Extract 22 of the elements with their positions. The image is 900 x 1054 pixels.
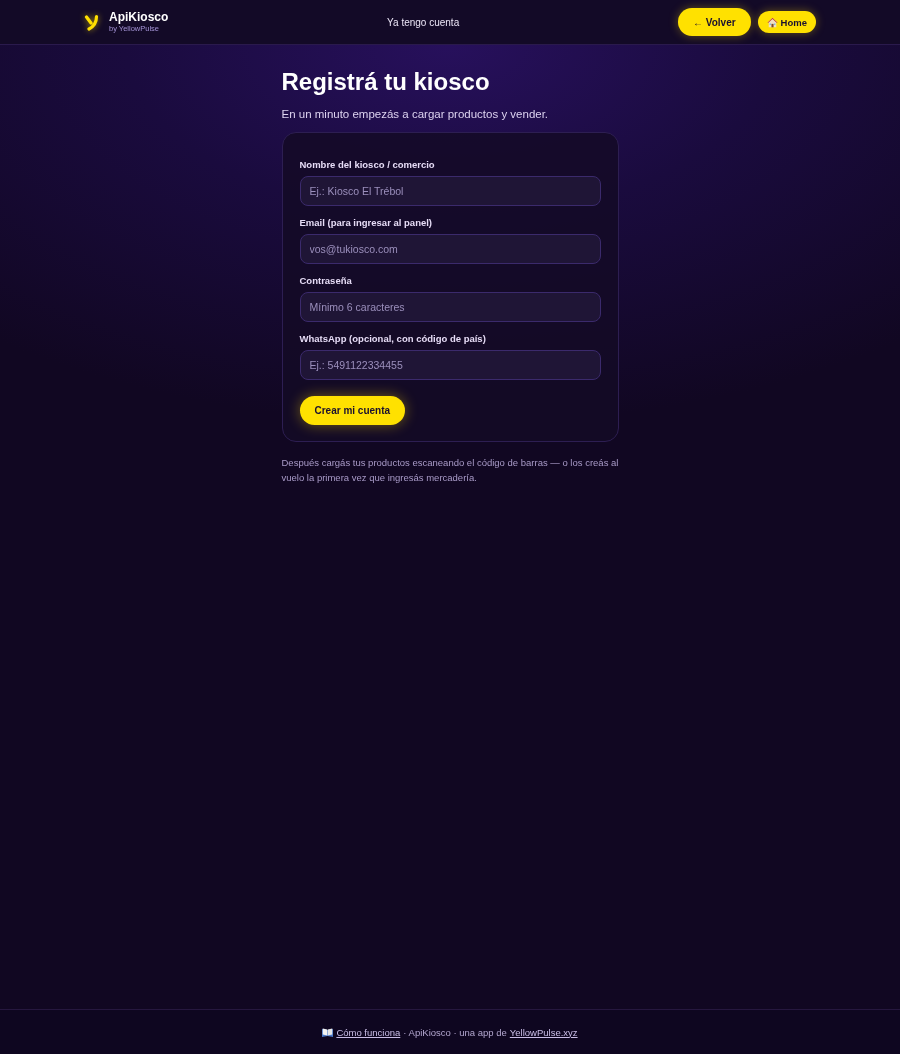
input-field[interactable]: vos@tukiosco.com <box>299 234 601 264</box>
footer-text: · ApiKiosco · una app de <box>403 1026 507 1038</box>
brand-name: ApiKiosco <box>109 11 169 24</box>
site-link[interactable]: YellowPulse.xyz <box>509 1026 578 1038</box>
page-subtitle: En un minuto empezás a cargar productos y vender. <box>281 107 550 122</box>
page-title: Registrá tu kiosco <box>281 67 491 97</box>
input-field[interactable]: Ej.: 5491122334455 <box>299 350 601 380</box>
house-icon <box>766 16 778 28</box>
help-link[interactable]: Cómo funciona <box>336 1026 401 1038</box>
input-field[interactable]: Ej.: Kiosco El Trébol <box>299 176 601 206</box>
book-icon <box>322 1027 334 1037</box>
field-label: WhatsApp (opcional, con código de país) <box>299 333 486 345</box>
field-label: Nombre del kiosco / comercio <box>299 159 435 171</box>
back-button[interactable]: ← Volver <box>678 8 751 36</box>
home-button[interactable]: Home <box>757 11 816 33</box>
input-field[interactable]: Mínimo 6 caracteres <box>299 292 601 322</box>
field-label: Email (para ingresar al panel) <box>299 217 433 229</box>
submit-button[interactable]: Crear mi cuenta <box>299 396 406 425</box>
login-link[interactable]: Ya tengo cuenta <box>387 16 460 28</box>
field-label: Contraseña <box>299 275 352 287</box>
note-text: Después cargás tus productos escaneando el código de barras — o los creás al vuelo la primera vez que ingresás mercadería. <box>281 456 619 485</box>
logo-icon <box>84 13 99 31</box>
